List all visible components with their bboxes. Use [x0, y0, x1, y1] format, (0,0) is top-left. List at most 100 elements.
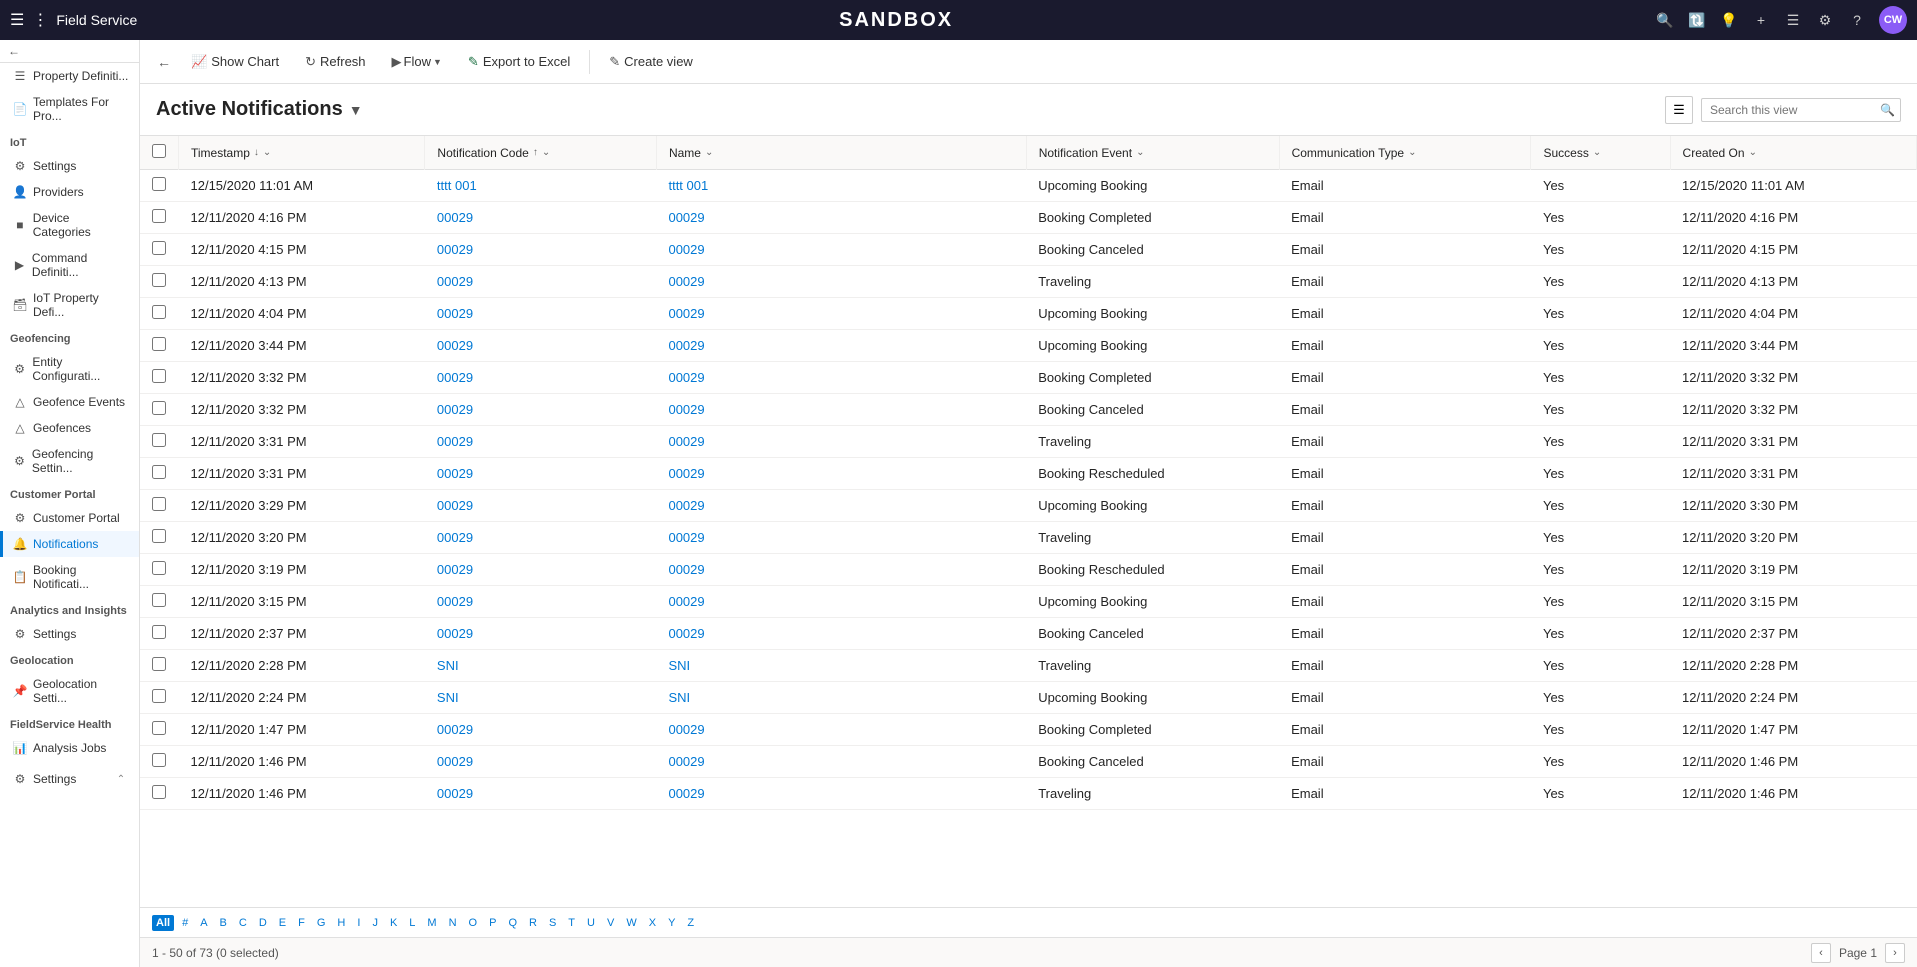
sidebar-item-settings-iot[interactable]: ⚙ Settings: [0, 153, 139, 179]
alpha-item-u[interactable]: U: [583, 915, 599, 931]
row-checkbox[interactable]: [152, 625, 166, 639]
row-checkbox[interactable]: [152, 497, 166, 511]
prev-page-button[interactable]: ‹: [1811, 943, 1831, 963]
cell-notification-code[interactable]: 00029: [425, 490, 657, 522]
row-checkbox[interactable]: [152, 369, 166, 383]
search-nav-icon[interactable]: 🔍: [1655, 10, 1675, 30]
name-link[interactable]: 00029: [668, 498, 704, 513]
alpha-item-l[interactable]: L: [405, 915, 419, 931]
row-checkbox[interactable]: [152, 401, 166, 415]
notification-code-link[interactable]: 00029: [437, 466, 473, 481]
success-filter-icon[interactable]: ⌄: [1593, 147, 1601, 158]
row-checkbox[interactable]: [152, 305, 166, 319]
export-button[interactable]: ✎ Export to Excel: [457, 48, 581, 76]
sidebar-item-booking-notifications[interactable]: 📋 Booking Notificati...: [0, 557, 139, 597]
sidebar-item-settings-analytics[interactable]: ⚙ Settings: [0, 621, 139, 647]
sidebar-item-settings-bottom[interactable]: ⚙ Settings ⌃: [0, 765, 139, 793]
col-communication-type[interactable]: Communication Type ⌄: [1279, 136, 1531, 170]
row-checkbox[interactable]: [152, 753, 166, 767]
name-link[interactable]: 00029: [668, 402, 704, 417]
alpha-item-s[interactable]: S: [545, 915, 560, 931]
cell-notification-code[interactable]: 00029: [425, 714, 657, 746]
sidebar-item-command-def[interactable]: ▶ Command Definiti...: [0, 245, 139, 285]
row-checkbox[interactable]: [152, 561, 166, 575]
col-timestamp[interactable]: Timestamp ↓ ⌄: [179, 136, 425, 170]
notification-code-link[interactable]: 00029: [437, 626, 473, 641]
col-name[interactable]: Name ⌄: [656, 136, 1026, 170]
alpha-item-y[interactable]: Y: [664, 915, 679, 931]
sidebar-item-geofences[interactable]: △ Geofences: [0, 415, 139, 441]
alpha-item-z[interactable]: Z: [683, 915, 698, 931]
name-link[interactable]: 00029: [668, 242, 704, 257]
name-link[interactable]: 00029: [668, 306, 704, 321]
col-notification-event[interactable]: Notification Event ⌄: [1026, 136, 1279, 170]
cell-name[interactable]: 00029: [656, 714, 1026, 746]
cell-name[interactable]: 00029: [656, 298, 1026, 330]
alpha-item-r[interactable]: R: [525, 915, 541, 931]
alpha-item-j[interactable]: J: [368, 915, 382, 931]
row-checkbox[interactable]: [152, 273, 166, 287]
cell-notification-code[interactable]: 00029: [425, 426, 657, 458]
cell-name[interactable]: 00029: [656, 586, 1026, 618]
notif-event-filter-icon[interactable]: ⌄: [1136, 147, 1144, 158]
settings-nav-icon[interactable]: ⚙: [1815, 10, 1835, 30]
alpha-item-c[interactable]: C: [235, 915, 251, 931]
name-link[interactable]: 00029: [668, 434, 704, 449]
cell-name[interactable]: 00029: [656, 202, 1026, 234]
alpha-item-w[interactable]: W: [622, 915, 640, 931]
cell-notification-code[interactable]: 00029: [425, 298, 657, 330]
name-link[interactable]: 00029: [668, 370, 704, 385]
page-title-dropdown-icon[interactable]: ▼: [349, 102, 363, 118]
row-checkbox[interactable]: [152, 209, 166, 223]
apps-grid-icon[interactable]: ⋮: [32, 10, 48, 30]
cell-name[interactable]: SNI: [656, 682, 1026, 714]
add-nav-icon[interactable]: +: [1751, 10, 1771, 30]
name-link[interactable]: 00029: [668, 786, 704, 801]
created-on-filter-icon[interactable]: ⌄: [1749, 147, 1757, 158]
name-link[interactable]: 00029: [668, 466, 704, 481]
alpha-item-p[interactable]: P: [485, 915, 500, 931]
notification-code-link[interactable]: 00029: [437, 274, 473, 289]
settings-collapse-icon[interactable]: ⌃: [113, 771, 129, 787]
cell-name[interactable]: 00029: [656, 746, 1026, 778]
sidebar-item-geofence-events[interactable]: △ Geofence Events: [0, 389, 139, 415]
notification-code-link[interactable]: 00029: [437, 242, 473, 257]
notification-code-link[interactable]: 00029: [437, 338, 473, 353]
cell-name[interactable]: 00029: [656, 554, 1026, 586]
cell-name[interactable]: 00029: [656, 362, 1026, 394]
cell-notification-code[interactable]: 00029: [425, 618, 657, 650]
cell-notification-code[interactable]: 00029: [425, 202, 657, 234]
select-all-checkbox[interactable]: [152, 144, 166, 158]
filter-button[interactable]: ☰: [1665, 96, 1693, 124]
cell-notification-code[interactable]: 00029: [425, 458, 657, 490]
notification-code-link[interactable]: 00029: [437, 722, 473, 737]
alpha-item-q[interactable]: Q: [504, 915, 521, 931]
notification-code-link[interactable]: 00029: [437, 434, 473, 449]
cell-notification-code[interactable]: 00029: [425, 362, 657, 394]
cell-notification-code[interactable]: 00029: [425, 266, 657, 298]
row-checkbox[interactable]: [152, 337, 166, 351]
notification-code-link[interactable]: 00029: [437, 530, 473, 545]
alpha-item-o[interactable]: O: [465, 915, 482, 931]
notification-code-link[interactable]: 00029: [437, 498, 473, 513]
row-checkbox[interactable]: [152, 657, 166, 671]
select-all-col[interactable]: [140, 136, 179, 170]
col-notification-code[interactable]: Notification Code ↑ ⌄: [425, 136, 657, 170]
row-checkbox[interactable]: [152, 785, 166, 799]
notification-code-link[interactable]: 00029: [437, 370, 473, 385]
next-page-button[interactable]: ›: [1885, 943, 1905, 963]
name-link[interactable]: SNI: [668, 690, 690, 705]
cell-name[interactable]: 00029: [656, 234, 1026, 266]
cell-notification-code[interactable]: 00029: [425, 330, 657, 362]
cell-name[interactable]: 00029: [656, 266, 1026, 298]
name-link[interactable]: 00029: [668, 722, 704, 737]
alpha-item-d[interactable]: D: [255, 915, 271, 931]
alpha-item-n[interactable]: N: [445, 915, 461, 931]
notification-code-link[interactable]: 00029: [437, 594, 473, 609]
cell-name[interactable]: 00029: [656, 458, 1026, 490]
search-input[interactable]: [1701, 98, 1901, 122]
cell-notification-code[interactable]: SNI: [425, 682, 657, 714]
show-chart-button[interactable]: 📈 Show Chart: [180, 48, 290, 76]
sidebar-item-geolocation-settings[interactable]: 📌 Geolocation Setti...: [0, 671, 139, 711]
notification-code-link[interactable]: 00029: [437, 562, 473, 577]
